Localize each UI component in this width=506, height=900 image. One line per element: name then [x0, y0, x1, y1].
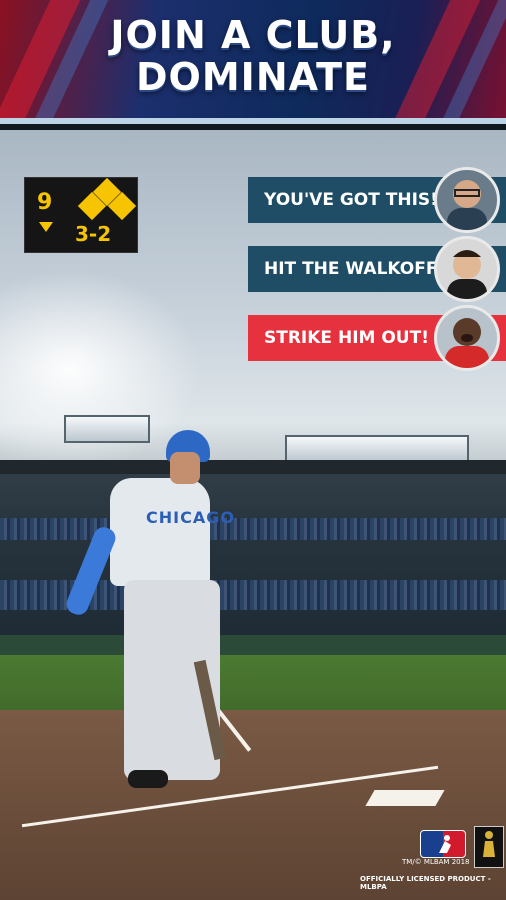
- inning-number: 9: [37, 190, 53, 215]
- chat-message-text: YOU'VE GOT THIS!: [264, 190, 438, 210]
- chat-message: YOU'VE GOT THIS!: [248, 167, 506, 233]
- jersey-team-name: CHICAGO: [146, 508, 235, 527]
- avatar: [434, 305, 500, 371]
- batter-jersey: CHICAGO: [110, 478, 234, 586]
- promo-headline: JOIN A CLUB, DOMINATE: [0, 14, 506, 98]
- game-scoreboard: 9 3-2: [24, 177, 138, 253]
- inning-half-arrow-icon: [39, 222, 53, 232]
- user-avatar-icon: [445, 318, 489, 368]
- user-avatar-icon: [447, 250, 487, 299]
- batter-player: CHICAGO: [63, 430, 234, 810]
- promo-banner: JOIN A CLUB, DOMINATE: [0, 0, 506, 124]
- mlb-logo-icon: [420, 830, 466, 858]
- avatar: [434, 236, 500, 302]
- banner-divider: [0, 118, 506, 124]
- license-text: OFFICIALLY LICENSED PRODUCT - MLBPA: [360, 875, 491, 891]
- chat-message-text: HIT THE WALKOFF!: [264, 259, 446, 279]
- headline-line-2: DOMINATE: [136, 55, 370, 99]
- copyright-text: TM/© MLBAM 2018: [402, 858, 470, 866]
- ball-strike-count: 3-2: [75, 222, 112, 246]
- batter-cleat: [128, 770, 168, 788]
- chat-message: STRIKE HIM OUT!: [248, 305, 506, 371]
- avatar: [434, 167, 500, 233]
- batter-face: [170, 452, 200, 484]
- chat-message: HIT THE WALKOFF!: [248, 236, 506, 302]
- player-silhouette-icon: [483, 831, 495, 857]
- home-plate: [365, 790, 445, 806]
- user-avatar-icon: [447, 180, 487, 230]
- chat-message-text: STRIKE HIM OUT!: [264, 328, 429, 348]
- mlbpa-logo-icon: [474, 826, 504, 868]
- batter-silhouette-icon: [439, 835, 451, 853]
- headline-line-1: JOIN A CLUB,: [110, 13, 396, 57]
- stadium-light-bank: [285, 435, 469, 463]
